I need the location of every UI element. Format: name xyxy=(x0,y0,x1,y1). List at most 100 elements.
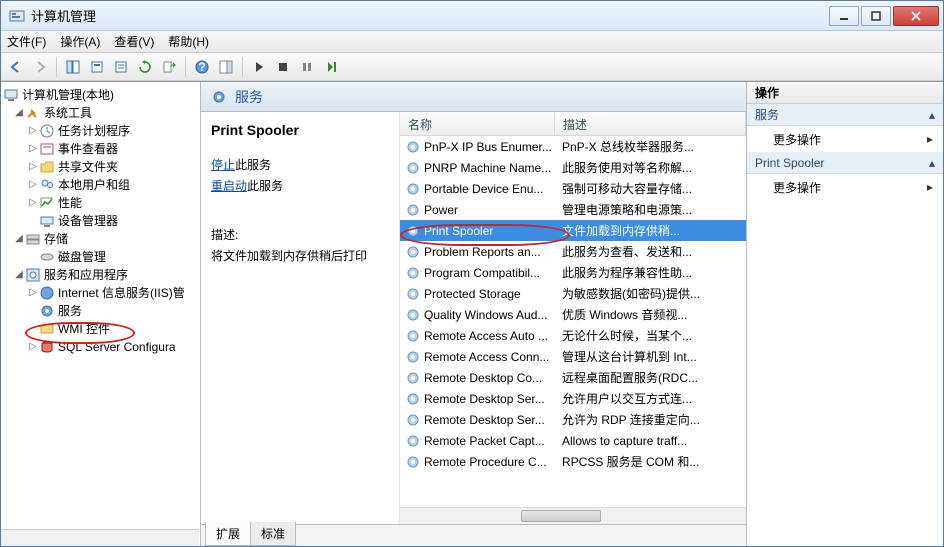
service-name: Remote Desktop Co... xyxy=(424,371,556,385)
table-row[interactable]: Print Spooler文件加载到内存供稍... xyxy=(400,220,746,241)
window-buttons xyxy=(827,6,939,26)
table-row[interactable]: Quality Windows Aud...优质 Windows 音频视... xyxy=(400,304,746,325)
expand-icon[interactable]: ▷ xyxy=(27,194,39,212)
service-name: Remote Procedure C... xyxy=(424,455,556,469)
forward-button[interactable] xyxy=(29,56,51,78)
table-body[interactable]: PnP-X IP Bus Enumer...PnP-X 总线枚举器服务...PN… xyxy=(400,136,746,507)
table-row[interactable]: Remote Access Auto ...无论什么时候，当某个... xyxy=(400,325,746,346)
tree-performance[interactable]: ▷性能 xyxy=(3,194,198,212)
expand-icon[interactable]: ▷ xyxy=(27,338,39,356)
tree-task-scheduler[interactable]: ▷任务计划程序 xyxy=(3,122,198,140)
col-desc[interactable]: 描述 xyxy=(555,112,746,135)
minimize-button[interactable] xyxy=(829,6,859,26)
table-row[interactable]: Remote Packet Capt...Allows to capture t… xyxy=(400,430,746,451)
scrollbar-thumb[interactable] xyxy=(521,510,601,522)
actions-more-2[interactable]: 更多操作 ▸ xyxy=(747,174,943,200)
tree-wmi[interactable]: WMI 控件 xyxy=(3,320,198,338)
collapse-icon[interactable]: ◢ xyxy=(13,266,25,284)
export-button[interactable] xyxy=(110,56,132,78)
action-pane-button[interactable] xyxy=(215,56,237,78)
properties-button[interactable] xyxy=(86,56,108,78)
table-row[interactable]: Remote Procedure C...RPCSS 服务是 COM 和... xyxy=(400,451,746,472)
table-row[interactable]: PnP-X IP Bus Enumer...PnP-X 总线枚举器服务... xyxy=(400,136,746,157)
tree-services-apps[interactable]: ◢服务和应用程序 xyxy=(3,266,198,284)
gear-icon xyxy=(405,202,421,218)
tree-root[interactable]: 计算机管理(本地) xyxy=(3,86,198,104)
service-name: Remote Desktop Ser... xyxy=(424,392,556,406)
table-row[interactable]: Remote Desktop Ser...允许为 RDP 连接重定向... xyxy=(400,409,746,430)
selected-service-name: Print Spooler xyxy=(211,122,389,138)
tree-pane: 计算机管理(本地) ◢ 系统工具 ▷任务计划程序 ▷事件查看器 ▷共享文件夹 ▷… xyxy=(1,82,201,546)
expand-icon[interactable]: ▷ xyxy=(27,122,39,140)
service-desc: 此服务为查看、发送和... xyxy=(556,243,746,260)
table-row[interactable]: Protected Storage为敏感数据(如密码)提供... xyxy=(400,283,746,304)
actions-group-selected[interactable]: Print Spooler ▴ xyxy=(747,152,943,174)
collapse-icon[interactable]: ◢ xyxy=(13,230,25,248)
table-row[interactable]: Problem Reports an...此服务为查看、发送和... xyxy=(400,241,746,262)
table-row[interactable]: PNRP Machine Name...此服务使用对等名称解... xyxy=(400,157,746,178)
service-desc: 此服务为程序兼容性助... xyxy=(556,264,746,281)
table-row[interactable]: Remote Desktop Co...远程桌面配置服务(RDC... xyxy=(400,367,746,388)
expand-icon[interactable]: ▷ xyxy=(27,176,39,194)
menu-help[interactable]: 帮助(H) xyxy=(168,33,209,50)
expand-icon[interactable]: ▷ xyxy=(27,140,39,158)
titlebar[interactable]: 计算机管理 xyxy=(1,1,943,31)
service-name: Remote Desktop Ser... xyxy=(424,413,556,427)
close-button[interactable] xyxy=(893,6,939,26)
show-hide-tree-button[interactable] xyxy=(62,56,84,78)
tab-extended[interactable]: 扩展 xyxy=(205,522,251,546)
tree-sqlserver[interactable]: ▷SQL Server Configura xyxy=(3,338,198,356)
service-name: Remote Access Conn... xyxy=(424,350,556,364)
menu-file[interactable]: 文件(F) xyxy=(7,33,46,50)
actions-heading: 操作 xyxy=(747,82,943,104)
stop-link[interactable]: 停止 xyxy=(211,158,235,172)
tree-device-manager[interactable]: 设备管理器 xyxy=(3,212,198,230)
tab-standard[interactable]: 标准 xyxy=(250,522,296,546)
help-button[interactable]: ? xyxy=(191,56,213,78)
start-service-button[interactable] xyxy=(248,56,270,78)
menu-action[interactable]: 操作(A) xyxy=(60,33,100,50)
expand-icon[interactable]: ▷ xyxy=(27,284,39,302)
tree-system-tools[interactable]: ◢ 系统工具 xyxy=(3,104,198,122)
tree-scrollbar[interactable] xyxy=(1,529,199,546)
pause-service-button[interactable] xyxy=(296,56,318,78)
actions-group-services[interactable]: 服务 ▴ xyxy=(747,104,943,126)
gear-icon xyxy=(405,160,421,176)
tree-shared-folders[interactable]: ▷共享文件夹 xyxy=(3,158,198,176)
expand-icon[interactable]: ▷ xyxy=(27,158,39,176)
gear-icon xyxy=(405,181,421,197)
export-list-button[interactable] xyxy=(158,56,180,78)
table-row[interactable]: Power管理电源策略和电源策... xyxy=(400,199,746,220)
stop-service-button[interactable] xyxy=(272,56,294,78)
service-name: Portable Device Enu... xyxy=(424,182,556,196)
restart-service-button[interactable] xyxy=(320,56,342,78)
description-label: 描述: xyxy=(211,226,389,243)
stop-service-line: 停止此服务 xyxy=(211,156,389,173)
iis-icon xyxy=(39,285,55,301)
collapse-icon[interactable]: ◢ xyxy=(13,104,25,122)
tree-disk-management[interactable]: 磁盘管理 xyxy=(3,248,198,266)
main-area: 计算机管理(本地) ◢ 系统工具 ▷任务计划程序 ▷事件查看器 ▷共享文件夹 ▷… xyxy=(1,81,943,546)
actions-more-1[interactable]: 更多操作 ▸ xyxy=(747,126,943,152)
menu-view[interactable]: 查看(V) xyxy=(114,33,154,50)
tree-storage[interactable]: ◢存储 xyxy=(3,230,198,248)
col-name[interactable]: 名称 xyxy=(400,112,555,135)
tree-event-viewer[interactable]: ▷事件查看器 xyxy=(3,140,198,158)
tree-iis[interactable]: ▷Internet 信息服务(IIS)管 xyxy=(3,284,198,302)
horizontal-scrollbar[interactable] xyxy=(400,507,746,524)
restart-link[interactable]: 重启动 xyxy=(211,179,247,193)
service-desc: Allows to capture traff... xyxy=(556,434,746,448)
nav-tree[interactable]: 计算机管理(本地) ◢ 系统工具 ▷任务计划程序 ▷事件查看器 ▷共享文件夹 ▷… xyxy=(1,82,200,360)
refresh-button[interactable] xyxy=(134,56,156,78)
service-name: PNRP Machine Name... xyxy=(424,161,556,175)
back-button[interactable] xyxy=(5,56,27,78)
maximize-button[interactable] xyxy=(861,6,891,26)
table-row[interactable]: Remote Desktop Ser...允许用户以交互方式连... xyxy=(400,388,746,409)
table-row[interactable]: Remote Access Conn...管理从这台计算机到 Int... xyxy=(400,346,746,367)
tree-services[interactable]: 服务 xyxy=(3,302,198,320)
gear-icon xyxy=(405,328,421,344)
table-row[interactable]: Program Compatibil...此服务为程序兼容性助... xyxy=(400,262,746,283)
tree-local-users[interactable]: ▷本地用户和组 xyxy=(3,176,198,194)
gear-icon xyxy=(405,265,421,281)
table-row[interactable]: Portable Device Enu...强制可移动大容量存储... xyxy=(400,178,746,199)
